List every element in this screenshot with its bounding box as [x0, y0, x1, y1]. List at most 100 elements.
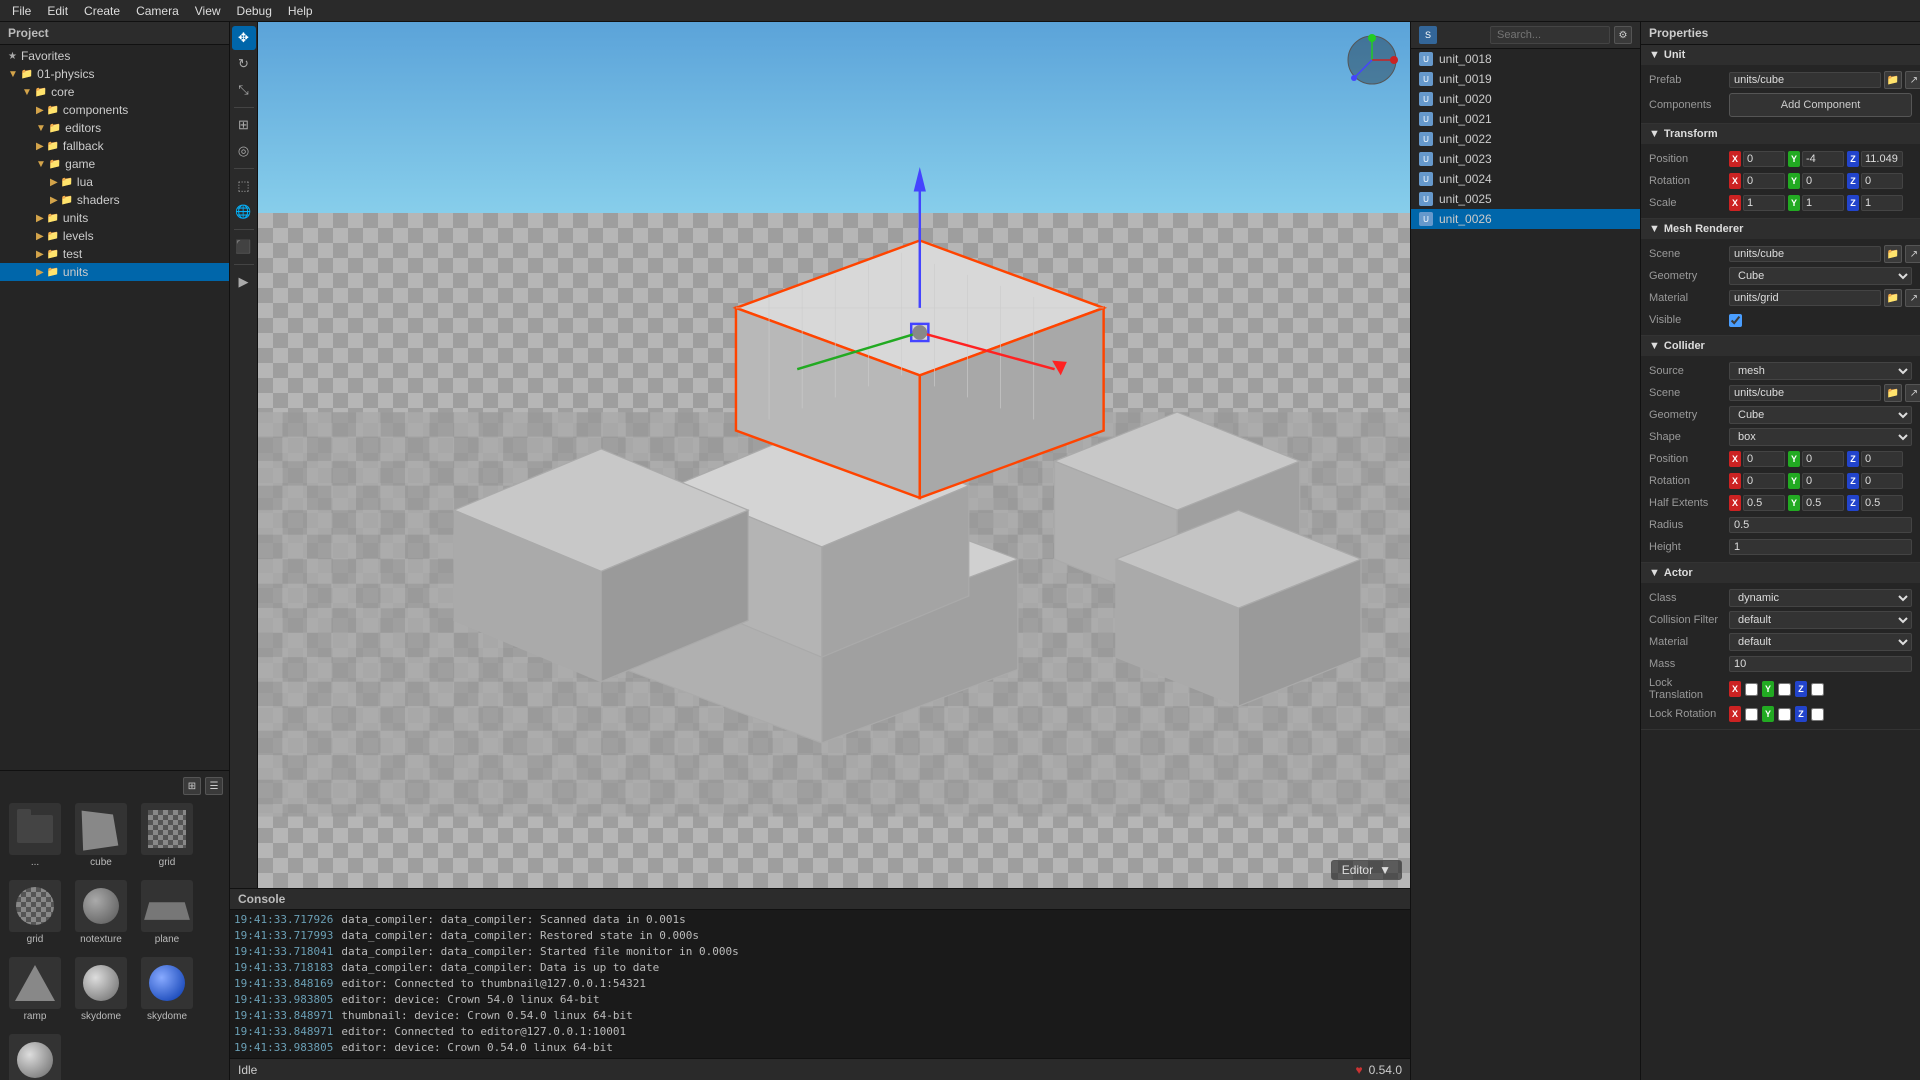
asset-item-skydome1[interactable]: skydome	[70, 953, 132, 1026]
prefab-link-icon[interactable]: ↗	[1905, 71, 1920, 89]
mr-scene-link-icon[interactable]: ↗	[1905, 245, 1920, 263]
scale-y-input[interactable]	[1802, 195, 1844, 211]
actor-class-select[interactable]: dynamic	[1729, 589, 1912, 607]
world-space-btn[interactable]: 🌐	[232, 200, 256, 224]
rot-x-input[interactable]	[1743, 173, 1785, 189]
actor-collision-select[interactable]: default	[1729, 611, 1912, 629]
grid-snap-btn[interactable]: ⊞	[232, 113, 256, 137]
asset-item-cube[interactable]: cube	[70, 799, 132, 872]
asset-item-plane[interactable]: plane	[136, 876, 198, 949]
asset-item-grid2[interactable]: grid	[4, 876, 66, 949]
unit-section-header[interactable]: ▼ Unit	[1641, 45, 1920, 65]
col-rot-y-input[interactable]	[1802, 473, 1844, 489]
col-half-y-input[interactable]	[1802, 495, 1844, 511]
lock-trans-y-check[interactable]	[1778, 683, 1791, 696]
asset-item-notexture[interactable]: notexture	[70, 876, 132, 949]
prefab-folder-icon[interactable]: 📁	[1884, 71, 1902, 89]
pos-x-input[interactable]	[1743, 151, 1785, 167]
scene-item-unit_0022[interactable]: Uunit_0022	[1411, 129, 1640, 149]
angle-snap-btn[interactable]: ◎	[232, 139, 256, 163]
pos-z-input[interactable]	[1861, 151, 1903, 167]
actor-mass-input[interactable]	[1729, 656, 1912, 672]
tree-item-01-physics[interactable]: ▼ 📁01-physics	[0, 65, 229, 83]
col-geometry-select[interactable]: Cube	[1729, 406, 1912, 424]
col-scene-link-icon[interactable]: ↗	[1905, 384, 1920, 402]
col-pos-x-input[interactable]	[1743, 451, 1785, 467]
mr-geometry-select[interactable]: Cube	[1729, 267, 1912, 285]
mr-material-link-icon[interactable]: ↗	[1905, 289, 1920, 307]
tree-item-favorites[interactable]: ★Favorites	[0, 47, 229, 65]
transform-section-header[interactable]: ▼ Transform	[1641, 124, 1920, 144]
col-radius-input[interactable]	[1729, 517, 1912, 533]
list-view-icon[interactable]: ☰	[205, 777, 223, 795]
mr-scene-input[interactable]	[1729, 246, 1881, 262]
mr-material-folder-icon[interactable]: 📁	[1884, 289, 1902, 307]
tree-item-shaders[interactable]: ▶ 📁shaders	[0, 191, 229, 209]
scale-tool-btn[interactable]: ⤡	[232, 78, 256, 102]
lock-rot-z-check[interactable]	[1811, 708, 1824, 721]
grid-view-icon[interactable]: ⊞	[183, 777, 201, 795]
tree-item-editors[interactable]: ▼ 📁editors	[0, 119, 229, 137]
tree-item-units2[interactable]: ▶ 📁units	[0, 263, 229, 281]
menu-file[interactable]: File	[4, 2, 39, 20]
scene-item-unit_0018[interactable]: Uunit_0018	[1411, 49, 1640, 69]
scene-search-input[interactable]	[1490, 26, 1610, 44]
col-half-x-input[interactable]	[1743, 495, 1785, 511]
actor-material-select[interactable]: default	[1729, 633, 1912, 651]
mr-material-input[interactable]	[1729, 290, 1881, 306]
col-pos-z-input[interactable]	[1861, 451, 1903, 467]
tree-item-fallback[interactable]: ▶ 📁fallback	[0, 137, 229, 155]
col-scene-folder-icon[interactable]: 📁	[1884, 384, 1902, 402]
asset-item-sphere[interactable]: sphere	[4, 1030, 66, 1080]
scale-x-input[interactable]	[1743, 195, 1785, 211]
col-rot-z-input[interactable]	[1861, 473, 1903, 489]
col-source-select[interactable]: mesh	[1729, 362, 1912, 380]
menu-debug[interactable]: Debug	[229, 2, 280, 20]
editor-mode-btn[interactable]: Editor ▼	[1331, 860, 1402, 880]
mesh-renderer-header[interactable]: ▼ Mesh Renderer	[1641, 219, 1920, 239]
col-half-z-input[interactable]	[1861, 495, 1903, 511]
scene-item-unit_0023[interactable]: Uunit_0023	[1411, 149, 1640, 169]
col-pos-y-input[interactable]	[1802, 451, 1844, 467]
asset-item-skydome2[interactable]: skydome	[136, 953, 198, 1026]
tree-item-game[interactable]: ▼ 📁game	[0, 155, 229, 173]
asset-item-blank[interactable]: ...	[4, 799, 66, 872]
tree-item-core[interactable]: ▼ 📁core	[0, 83, 229, 101]
rotate-tool-btn[interactable]: ↻	[232, 52, 256, 76]
menu-edit[interactable]: Edit	[39, 2, 76, 20]
asset-item-ramp[interactable]: ramp	[4, 953, 66, 1026]
move-tool-btn[interactable]: ✥	[232, 26, 256, 50]
scene-item-unit_0024[interactable]: Uunit_0024	[1411, 169, 1640, 189]
collider-section-header[interactable]: ▼ Collider	[1641, 336, 1920, 356]
tree-item-lua[interactable]: ▶ 📁lua	[0, 173, 229, 191]
tree-item-units[interactable]: ▶ 📁units	[0, 209, 229, 227]
mr-visible-checkbox[interactable]	[1729, 314, 1742, 327]
rot-z-input[interactable]	[1861, 173, 1903, 189]
scene-settings-icon[interactable]: ⚙	[1614, 26, 1632, 44]
lock-trans-z-check[interactable]	[1811, 683, 1824, 696]
scale-z-input[interactable]	[1861, 195, 1903, 211]
menu-help[interactable]: Help	[280, 2, 321, 20]
menu-view[interactable]: View	[187, 2, 229, 20]
add-component-button[interactable]: Add Component	[1729, 93, 1912, 117]
pos-y-input[interactable]	[1802, 151, 1844, 167]
rot-y-input[interactable]	[1802, 173, 1844, 189]
col-rot-x-input[interactable]	[1743, 473, 1785, 489]
scene-item-unit_0026[interactable]: Uunit_0026	[1411, 209, 1640, 229]
actor-section-header[interactable]: ▼ Actor	[1641, 563, 1920, 583]
scene-item-unit_0025[interactable]: Uunit_0025	[1411, 189, 1640, 209]
prefab-input[interactable]	[1729, 72, 1881, 88]
scene-item-unit_0020[interactable]: Uunit_0020	[1411, 89, 1640, 109]
col-scene-input[interactable]	[1729, 385, 1881, 401]
lock-rot-x-check[interactable]	[1745, 708, 1758, 721]
col-height-input[interactable]	[1729, 539, 1912, 555]
tree-item-test[interactable]: ▶ 📁test	[0, 245, 229, 263]
play-btn[interactable]: ▶	[232, 270, 256, 294]
viewport[interactable]: Editor ▼	[258, 22, 1410, 888]
scene-item-unit_0021[interactable]: Uunit_0021	[1411, 109, 1640, 129]
tree-item-levels[interactable]: ▶ 📁levels	[0, 227, 229, 245]
asset-item-grid[interactable]: grid	[136, 799, 198, 872]
tree-item-components[interactable]: ▶ 📁components	[0, 101, 229, 119]
menu-create[interactable]: Create	[76, 2, 128, 20]
col-shape-select[interactable]: box	[1729, 428, 1912, 446]
